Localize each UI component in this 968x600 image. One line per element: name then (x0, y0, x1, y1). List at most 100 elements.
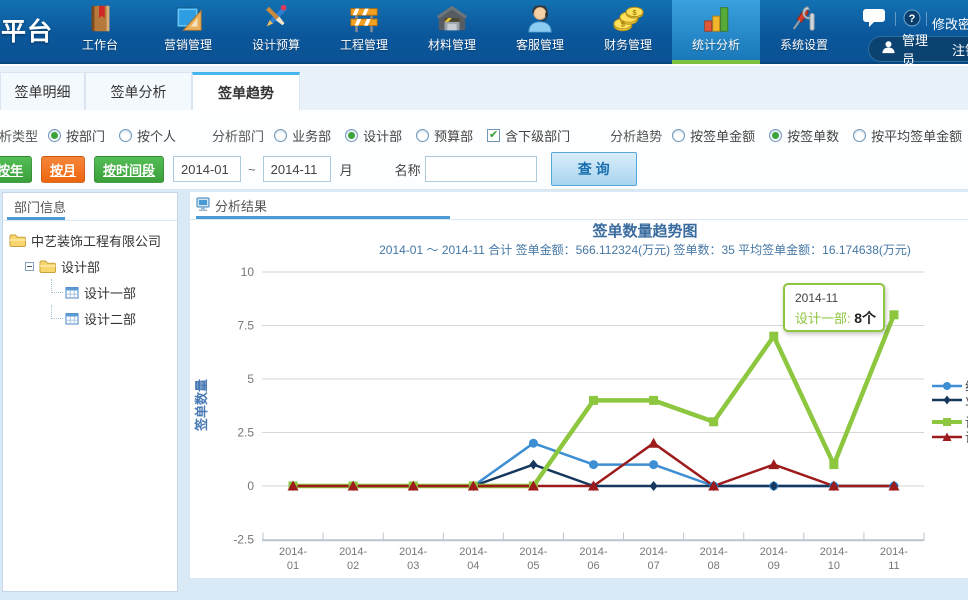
nav-item-label: 财务管理 (604, 36, 652, 53)
nav-item-label: 设计预算 (252, 36, 300, 53)
name-input[interactable] (425, 156, 537, 182)
nav-item-workbench[interactable]: 工作台 (56, 0, 144, 62)
tree-item-0[interactable]: 中艺装饰工程有限公司 (3, 227, 177, 253)
data-point[interactable] (650, 481, 658, 491)
radio-label: 按个人 (137, 126, 176, 145)
table-icon (65, 312, 79, 325)
tree-item-3[interactable]: 设计二部 (3, 305, 177, 331)
nav-item-marketing[interactable]: 营销管理 (144, 0, 232, 62)
x-tick-label: 2014-03 (399, 546, 427, 572)
department-tree: 中艺装饰工程有限公司设计部设计一部设计二部 (3, 227, 177, 331)
trend-chart[interactable]: 签单数量趋势图2014-01 ～ 2014-11 合计 签单金额：566.112… (190, 192, 968, 578)
collapse-icon[interactable] (25, 262, 34, 271)
filter-label-analysis-dept: 分析部门 (212, 126, 264, 145)
y-tick-label: 0 (247, 479, 254, 493)
period-button-by-month[interactable]: 按月 (41, 156, 85, 183)
data-point[interactable] (889, 310, 898, 319)
radio-icon (416, 129, 429, 142)
chart-subtitle: 2014-01 ～ 2014-11 合计 签单金额：566.112324(万元)… (379, 242, 911, 257)
radio-option-analysis-dept-1[interactable]: 设计部 (345, 126, 402, 145)
agent-icon (523, 3, 557, 35)
tab-bar: 签单明细签单分析签单趋势 (0, 66, 968, 110)
tools-icon (787, 3, 821, 35)
nav-item-label: 工程管理 (340, 36, 388, 53)
legend-marker-icon (932, 394, 962, 406)
department-panel-title: 部门信息 (9, 197, 66, 216)
tab-trend[interactable]: 签单趋势 (192, 72, 300, 111)
data-point[interactable] (649, 396, 658, 405)
user-menu[interactable]: 管理员 注销 (868, 36, 968, 62)
tooltip-value: 8个 (854, 310, 876, 326)
tree-item-label: 设计一部 (84, 283, 136, 302)
date-from-input[interactable] (173, 156, 241, 182)
logout-link[interactable]: 注销 (952, 40, 968, 59)
radio-option-analysis-type-1[interactable]: 按个人 (119, 126, 176, 145)
tree-item-1[interactable]: 设计部 (3, 253, 177, 279)
y-tick-label: 10 (241, 265, 255, 279)
nav-item-label: 统计分析 (692, 36, 740, 53)
nav-item-label: 系统设置 (780, 36, 828, 53)
radio-icon (672, 129, 685, 142)
legend-item-设计二部[interactable]: 设计二部 (932, 427, 968, 446)
period-button-by-year[interactable]: 按年 (0, 156, 32, 183)
legend-item-业务部[interactable]: 业务部 (932, 390, 968, 409)
change-password-link[interactable]: 修改密码 (932, 14, 968, 33)
radio-label: 业务部 (292, 126, 331, 145)
data-point[interactable] (529, 439, 538, 448)
x-tick-label: 2014-10 (820, 546, 848, 572)
radio-option-analysis-dept-2[interactable]: 预算部 (416, 126, 473, 145)
y-axis-title: 签单数量 (194, 379, 209, 432)
tree-connector (51, 305, 63, 319)
radio-icon (345, 129, 358, 142)
user-name: 管理员 (902, 30, 936, 68)
radio-icon (48, 129, 61, 142)
radio-option-analysis-type-0[interactable]: 按部门 (48, 126, 105, 145)
data-point[interactable] (529, 460, 537, 470)
radio-label: 按平均签单金额 (871, 126, 962, 145)
radio-option-analysis-trend-2[interactable]: 按平均签单金额 (853, 126, 962, 145)
result-panel-title: 分析结果 (196, 196, 267, 215)
data-point[interactable] (709, 417, 718, 426)
nav-item-design-budget[interactable]: 设计预算 (232, 0, 320, 62)
data-point[interactable] (829, 460, 838, 469)
data-point[interactable] (589, 460, 598, 469)
data-point[interactable] (648, 438, 659, 448)
nav-item-settings[interactable]: 系统设置 (760, 0, 848, 62)
search-button[interactable]: 查 询 (551, 152, 637, 186)
tab-detail[interactable]: 签单明细 (0, 72, 85, 110)
message-bubble-icon[interactable] (863, 8, 886, 33)
chart-tooltip: 2014-11 设计一部: 8个 (783, 283, 885, 332)
filter-label-analysis-type: 分析类型 (0, 126, 38, 145)
date-to-input[interactable] (263, 156, 331, 182)
date-separator: ~ (248, 162, 256, 177)
period-button-by-range[interactable]: 按时间段 (94, 156, 164, 183)
help-icon[interactable]: ? (903, 9, 921, 32)
data-point[interactable] (768, 459, 779, 469)
nav-item-statistics[interactable]: 统计分析 (672, 0, 760, 62)
tab-analysis[interactable]: 签单分析 (85, 72, 192, 110)
barrier-icon (347, 3, 381, 35)
data-point[interactable] (589, 396, 598, 405)
nav-item-engineering[interactable]: 工程管理 (320, 0, 408, 62)
radio-option-analysis-trend-0[interactable]: 按签单金额 (672, 126, 755, 145)
data-point[interactable] (649, 460, 658, 469)
warehouse-icon (435, 3, 469, 35)
main-nav: 工作台营销管理设计预算 工程管理 材料管理客服管理$$财务管理统计分析 系统设置 (56, 0, 848, 64)
nav-item-materials[interactable]: 材料管理 (408, 0, 496, 62)
title-rule (190, 219, 968, 220)
nav-item-finance[interactable]: $$财务管理 (584, 0, 672, 62)
main-area: 部门信息 中艺装饰工程有限公司设计部设计一部设计二部 签单数量趋势图2014-0… (0, 190, 968, 600)
radio-option-analysis-dept-0[interactable]: 业务部 (274, 126, 331, 145)
nav-item-service[interactable]: 客服管理 (496, 0, 584, 62)
x-tick-label: 2014-08 (700, 546, 728, 572)
y-tick-label: 5 (247, 372, 254, 386)
divider (926, 12, 927, 26)
tree-item-2[interactable]: 设计一部 (3, 279, 177, 305)
data-point[interactable] (769, 332, 778, 341)
radio-option-analysis-trend-1[interactable]: 按签单数 (769, 126, 839, 145)
ruler-icon (171, 3, 205, 35)
include-sub-checkbox[interactable]: ✔含下级部门 (487, 126, 570, 145)
x-tick-label: 2014-04 (459, 546, 487, 572)
top-bar: 平台 工作台营销管理设计预算工程管理材料管理客服管理$$财务管理统计分析系统设置… (0, 0, 968, 64)
radio-label: 预算部 (434, 126, 473, 145)
